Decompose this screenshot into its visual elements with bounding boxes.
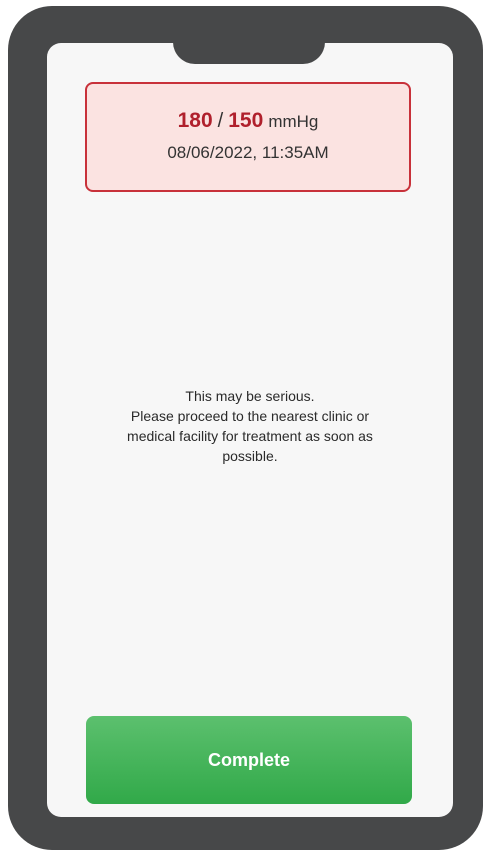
warning-message-line: possible.: [222, 448, 278, 464]
camera-notch: [173, 36, 325, 64]
warning-message-line: This may be serious.: [185, 388, 315, 404]
blood-pressure-reading-card: 180 / 150 mmHg 08/06/2022, 11:35AM: [85, 82, 411, 192]
complete-button[interactable]: Complete: [86, 716, 412, 804]
app-screen: 180 / 150 mmHg 08/06/2022, 11:35AM This …: [47, 43, 453, 817]
warning-message-line: Please proceed to the nearest clinic or: [130, 408, 370, 424]
warning-message: This may be serious. Please proceed to t…: [67, 386, 433, 466]
systolic-value: 180: [177, 109, 213, 132]
diastolic-value: 150: [228, 109, 264, 132]
value-separator: /: [217, 110, 224, 132]
unit-label: mmHg: [268, 112, 319, 131]
warning-message-line: medical facility for treatment as soon a…: [127, 428, 373, 444]
reading-timestamp: 08/06/2022, 11:35AM: [167, 143, 329, 162]
blood-pressure-value: 180 / 150 mmHg: [87, 110, 409, 133]
